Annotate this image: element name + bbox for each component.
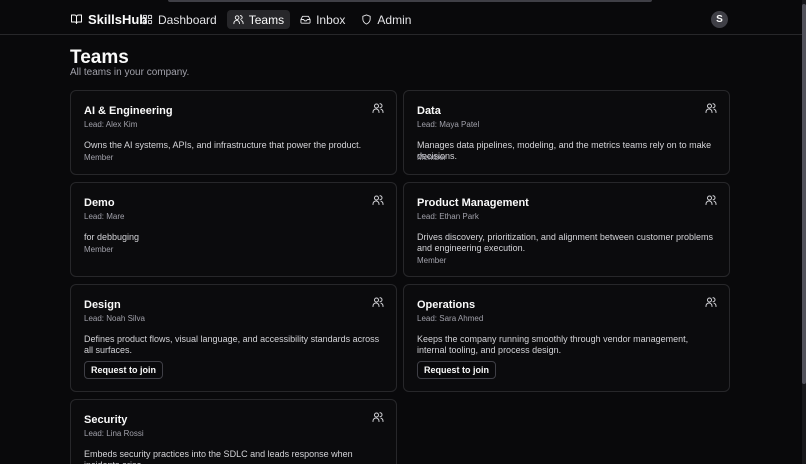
team-description: for debbuging: [84, 232, 140, 242]
team-name: Data: [417, 105, 441, 117]
membership-status: Member: [84, 245, 114, 254]
navbar: SkillsHub Dashboard Teams Inbox Admin S: [0, 0, 806, 35]
team-lead: Lead: Noah Silva: [84, 314, 145, 323]
team-lead: Lead: Sara Ahmed: [417, 314, 484, 323]
nav-item-dashboard[interactable]: Dashboard: [136, 10, 223, 29]
team-description: Defines product flows, visual language, …: [84, 334, 380, 355]
users-icon: [233, 15, 244, 25]
team-lead: Lead: Ethan Park: [417, 212, 479, 221]
team-lead: Lead: Alex Kim: [84, 120, 138, 129]
nav-item-teams[interactable]: Teams: [226, 10, 291, 29]
request-to-join-button[interactable]: Request to join: [417, 361, 496, 379]
page-subtitle: All teams in your company.: [70, 67, 190, 78]
scrollbar-thumb[interactable]: [802, 4, 806, 384]
team-card[interactable]: Security Lead: Lina Rossi Embeds securit…: [70, 399, 397, 464]
nav-label: Teams: [248, 12, 285, 27]
team-card[interactable]: Demo Lead: Mare for debbuging Member: [70, 182, 397, 277]
nav-item-inbox[interactable]: Inbox: [294, 10, 351, 29]
user-avatar[interactable]: S: [711, 11, 728, 28]
users-icon: [705, 103, 717, 113]
team-description: Keeps the company running smoothly throu…: [417, 334, 689, 355]
membership-status: Member: [84, 153, 114, 162]
inbox-icon: [300, 15, 311, 24]
team-card[interactable]: Design Lead: Noah Silva Defines product …: [70, 284, 397, 392]
team-name: AI & Engineering: [84, 105, 173, 117]
book-open-icon: [71, 14, 82, 24]
team-description: Embeds security practices into the SDLC …: [84, 449, 353, 464]
team-card[interactable]: Operations Lead: Sara Ahmed Keeps the co…: [403, 284, 730, 392]
team-description: Manages data pipelines, modeling, and th…: [417, 140, 712, 161]
nav-links: Dashboard Teams Inbox Admin: [136, 10, 417, 29]
users-icon: [372, 297, 384, 307]
users-icon: [705, 195, 717, 205]
team-card[interactable]: Data Lead: Maya Patel Manages data pipel…: [403, 90, 730, 175]
users-icon: [705, 297, 717, 307]
nav-label: Dashboard: [158, 12, 217, 27]
team-name: Product Management: [417, 197, 529, 209]
team-name: Demo: [84, 197, 115, 209]
users-icon: [372, 412, 384, 422]
membership-status: Member: [417, 153, 447, 162]
membership-status: Member: [417, 256, 447, 265]
grid-icon: [142, 14, 153, 25]
users-icon: [372, 103, 384, 113]
users-icon: [372, 195, 384, 205]
team-name: Design: [84, 299, 121, 311]
nav-item-admin[interactable]: Admin: [355, 10, 417, 29]
team-card[interactable]: Product Management Lead: Ethan Park Driv…: [403, 182, 730, 277]
team-lead: Lead: Lina Rossi: [84, 429, 144, 438]
team-description: Owns the AI systems, APIs, and infrastru…: [84, 140, 362, 150]
team-name: Operations: [417, 299, 476, 311]
team-lead: Lead: Mare: [84, 212, 125, 221]
team-name: Security: [84, 414, 128, 426]
nav-label: Admin: [377, 12, 412, 27]
nav-label: Inbox: [316, 12, 346, 27]
page-title: Teams: [70, 47, 129, 68]
team-card[interactable]: AI & Engineering Lead: Alex Kim Owns the…: [70, 90, 397, 175]
shield-icon: [362, 14, 372, 25]
team-lead: Lead: Maya Patel: [417, 120, 480, 129]
team-description: Drives discovery, prioritization, and al…: [417, 232, 713, 253]
request-to-join-button[interactable]: Request to join: [84, 361, 163, 379]
